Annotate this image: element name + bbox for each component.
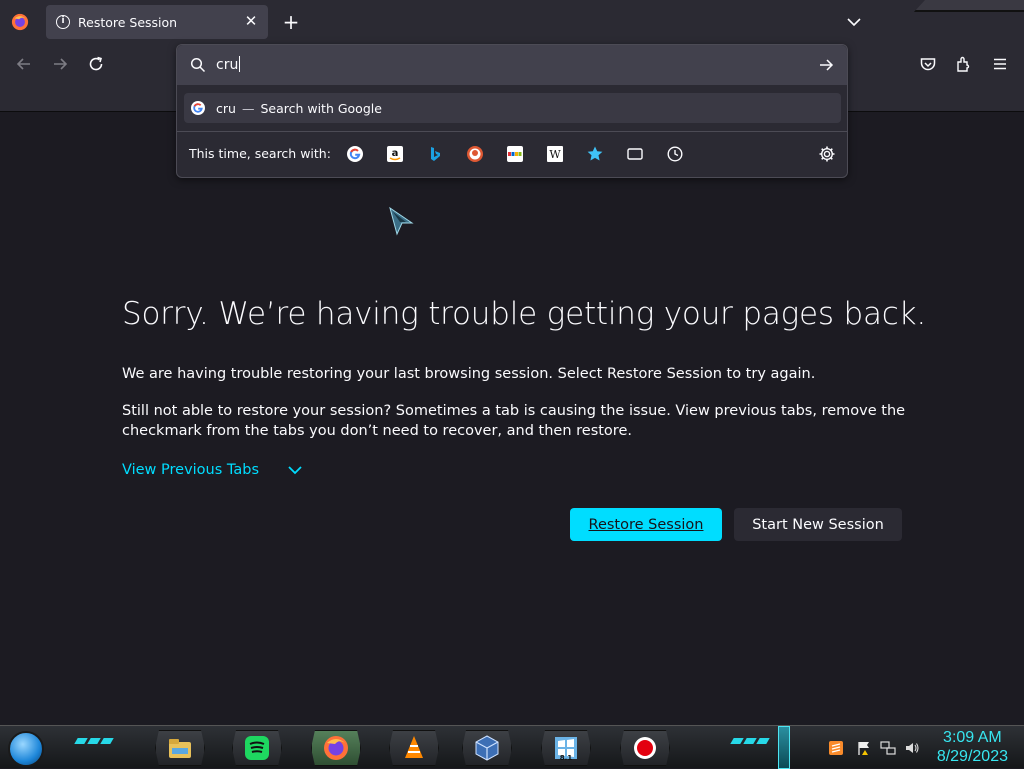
back-icon bbox=[16, 58, 30, 70]
search-settings-button[interactable] bbox=[818, 145, 836, 163]
restore-session-button[interactable]: Restore Session bbox=[570, 508, 722, 541]
screen-recorder-icon bbox=[634, 737, 656, 759]
reload-icon bbox=[89, 56, 103, 71]
start-new-session-button[interactable]: Start New Session bbox=[734, 508, 902, 541]
search-suggestion[interactable]: cru — Search with Google bbox=[184, 93, 841, 123]
vlc-icon bbox=[405, 736, 423, 758]
taskbar-file-explorer[interactable] bbox=[155, 730, 205, 766]
restore-session-page: Sorry. We’re having trouble getting your… bbox=[0, 113, 1024, 725]
pocket-button[interactable] bbox=[916, 52, 940, 76]
extensions-icon bbox=[957, 56, 970, 72]
bookmarks-search-button[interactable] bbox=[586, 145, 604, 163]
forward-button[interactable] bbox=[48, 52, 72, 76]
suggestion-action: Search with Google bbox=[260, 100, 382, 116]
url-input[interactable]: cru bbox=[177, 45, 847, 85]
suggestion-query: cru bbox=[216, 100, 236, 116]
extensions-button[interactable] bbox=[952, 52, 976, 76]
typed-text: cru bbox=[216, 57, 239, 73]
firefox-icon bbox=[324, 736, 348, 760]
back-button[interactable] bbox=[12, 52, 36, 76]
text-caret bbox=[239, 56, 241, 72]
taskbar-virtualbox[interactable] bbox=[462, 730, 512, 766]
google-icon bbox=[347, 146, 363, 162]
new-tab-icon[interactable]: + bbox=[281, 12, 301, 32]
engine-wikipedia-button[interactable]: W bbox=[546, 145, 564, 163]
search-icon bbox=[190, 57, 206, 73]
mouse-pointer-icon bbox=[389, 206, 414, 236]
help-text: Still not able to restore your session? … bbox=[122, 403, 906, 439]
spotify-icon bbox=[245, 736, 269, 760]
suggestion-separator: — bbox=[241, 100, 255, 116]
sublime-text-icon[interactable] bbox=[828, 740, 844, 756]
tab-list-chevron-icon[interactable] bbox=[845, 13, 863, 31]
windows-81-icon: 8.1 bbox=[555, 737, 577, 762]
taskbar-recorder[interactable] bbox=[620, 730, 670, 766]
description-text: We are having trouble restoring your las… bbox=[122, 366, 816, 382]
file-explorer-icon bbox=[169, 739, 191, 758]
history-search-button[interactable] bbox=[666, 145, 684, 163]
action-center-flag-icon[interactable] bbox=[856, 740, 872, 756]
tab-strip: i Restore Session ✕ + bbox=[0, 0, 1024, 44]
page-title: Sorry. We’re having trouble getting your… bbox=[122, 296, 927, 332]
history-clock-icon bbox=[667, 146, 683, 162]
gear-icon bbox=[819, 146, 835, 162]
wikipedia-icon: W bbox=[547, 146, 563, 162]
taskbar-firefox[interactable] bbox=[311, 730, 361, 766]
close-icon[interactable]: ✕ bbox=[244, 14, 258, 29]
one-off-label: This time, search with: bbox=[189, 146, 331, 161]
pocket-icon bbox=[920, 58, 936, 71]
menu-button[interactable] bbox=[988, 52, 1012, 76]
engine-ebay-button[interactable] bbox=[506, 145, 524, 163]
chevron-down-icon bbox=[288, 466, 302, 475]
titlebar-decoration bbox=[914, 0, 1024, 12]
engine-duckduckgo-button[interactable] bbox=[466, 145, 484, 163]
system-clock[interactable]: 3:09 AM 8/29/2023 bbox=[937, 728, 1008, 766]
tabs-search-button[interactable] bbox=[626, 145, 644, 163]
svg-text:W: W bbox=[549, 148, 561, 161]
firefox-icon[interactable] bbox=[11, 13, 29, 31]
google-icon bbox=[191, 101, 205, 115]
taskbar-decoration bbox=[74, 738, 114, 748]
clock-date: 8/29/2023 bbox=[936, 748, 1008, 765]
url-input-text[interactable]: cru bbox=[216, 56, 241, 73]
view-previous-tabs-label: View Previous Tabs bbox=[122, 462, 260, 478]
virtualbox-icon bbox=[475, 735, 499, 761]
engine-amazon-button[interactable]: a bbox=[386, 145, 404, 163]
start-button[interactable] bbox=[8, 731, 44, 767]
taskbar-vlc[interactable] bbox=[389, 730, 439, 766]
taskbar: 8.1 3:09 AM 8/29/2023 bbox=[0, 725, 1024, 769]
forward-icon bbox=[54, 58, 68, 70]
engine-bing-button[interactable] bbox=[426, 145, 444, 163]
menu-icon bbox=[994, 58, 1006, 70]
tab-title: Restore Session bbox=[78, 14, 178, 30]
show-desktop-button[interactable] bbox=[778, 726, 790, 769]
engine-google-button[interactable] bbox=[346, 145, 364, 163]
ebay-icon bbox=[507, 146, 523, 162]
volume-icon[interactable] bbox=[904, 740, 920, 756]
tab-icon bbox=[627, 148, 643, 160]
view-previous-tabs-link[interactable]: View Previous Tabs bbox=[122, 462, 303, 478]
taskbar-windows-81[interactable]: 8.1 bbox=[541, 730, 591, 766]
taskbar-decoration bbox=[730, 738, 770, 748]
info-icon: i bbox=[56, 15, 70, 29]
duckduckgo-icon bbox=[467, 146, 483, 162]
urlbar-dropdown: cru cru — Search with Google This time, … bbox=[176, 44, 848, 178]
network-icon[interactable] bbox=[880, 740, 896, 756]
clock-time: 3:09 AM bbox=[943, 729, 1002, 746]
bing-icon bbox=[431, 147, 440, 161]
amazon-icon: a bbox=[387, 146, 403, 162]
windows-badge: 8.1 bbox=[560, 754, 573, 762]
bookmark-star-icon bbox=[587, 146, 603, 161]
reload-button[interactable] bbox=[84, 52, 108, 76]
tab-restore-session[interactable]: i Restore Session ✕ bbox=[46, 5, 268, 39]
one-off-search-bar: This time, search with: a W bbox=[177, 131, 847, 177]
svg-text:a: a bbox=[392, 148, 399, 159]
taskbar-spotify[interactable] bbox=[232, 730, 282, 766]
go-arrow-icon[interactable] bbox=[817, 56, 835, 74]
